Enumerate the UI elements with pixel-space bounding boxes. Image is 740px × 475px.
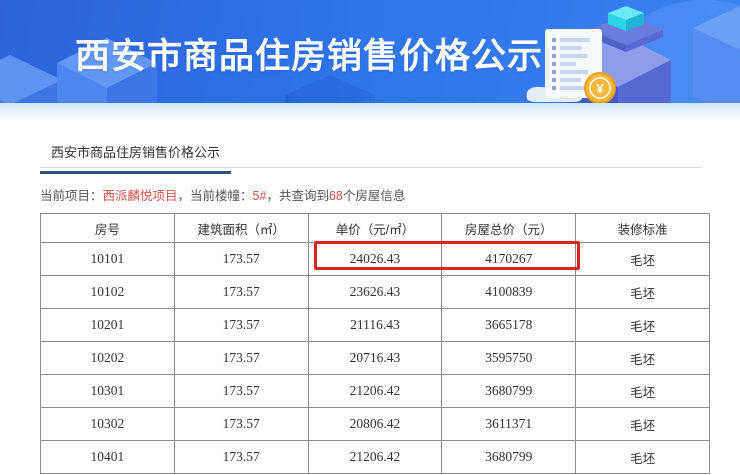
cell-total-price: 3611371 [442, 408, 576, 441]
header-room-number: 房号 [41, 214, 175, 243]
cell-unit-price: 23626.43 [308, 276, 442, 309]
banner-bottom-strip [0, 103, 740, 120]
header-decoration-standard: 装修标准 [576, 214, 710, 243]
banner-title: 西安市商品住房销售价格公示 [75, 28, 543, 79]
cell-decoration-standard: 毛坯 [576, 375, 710, 408]
query-label-suffix: 个房屋信息 [343, 189, 406, 203]
table-row: 10301 173.57 21206.42 3680799 毛坯 [41, 375, 710, 408]
cell-room-number: 10101 [41, 243, 175, 276]
cell-building-area: 173.57 [174, 276, 308, 309]
query-label-building: ，当前楼幢： [178, 189, 253, 203]
table-row: 10101 173.57 24026.43 4170267 毛坯 [41, 243, 710, 276]
tab-price-disclosure[interactable]: 西安市商品住房销售价格公示 [40, 142, 231, 174]
cube-middle-faint-icon [285, 75, 375, 103]
table-row: 10102 173.57 23626.43 4100839 毛坯 [41, 276, 710, 309]
cell-decoration-standard: 毛坯 [576, 309, 710, 342]
cell-decoration-standard: 毛坯 [576, 441, 710, 474]
cell-unit-price: 21206.42 [308, 375, 442, 408]
cell-decoration-standard: 毛坯 [576, 408, 710, 441]
cell-room-number: 10401 [41, 441, 175, 474]
header-building-area: 建筑面积（㎡） [174, 214, 308, 243]
cell-total-price: 3680799 [442, 375, 576, 408]
cell-unit-price: 21206.42 [308, 441, 442, 474]
price-table: 房号 建筑面积（㎡） 单价（元/㎡） 房屋总价（元） 装修标准 10101 17… [40, 213, 710, 474]
query-label-found: ，共查询到 [266, 189, 329, 203]
coin-icon: ¥ [585, 73, 615, 103]
table-row: 10201 173.57 21116.43 3665178 毛坯 [41, 309, 710, 342]
cell-building-area: 173.57 [174, 408, 308, 441]
table-body: 10101 173.57 24026.43 4170267 毛坯 10102 1… [41, 243, 710, 474]
query-project-name: 西派麟悦项目 [103, 189, 178, 203]
tab-bar: 西安市商品住房销售价格公示 [40, 142, 702, 168]
cell-room-number: 10201 [41, 309, 175, 342]
cell-building-area: 173.57 [174, 441, 308, 474]
cell-decoration-standard: 毛坯 [576, 276, 710, 309]
table-row: 10401 173.57 21206.42 3680799 毛坯 [41, 441, 710, 474]
cell-total-price: 4100839 [442, 276, 576, 309]
query-label-project: 当前项目： [40, 189, 103, 203]
cell-total-price: 3595750 [442, 342, 576, 375]
cell-total-price: 3680799 [442, 441, 576, 474]
cell-room-number: 10202 [41, 342, 175, 375]
coin-symbol: ¥ [596, 81, 604, 96]
cell-unit-price: 20806.42 [308, 408, 442, 441]
cell-building-area: 173.57 [174, 243, 308, 276]
cell-room-number: 10301 [41, 375, 175, 408]
banner: ¥ 西安市商品住房销售价格公示 [0, 0, 740, 103]
price-table-wrap: 房号 建筑面积（㎡） 单价（元/㎡） 房屋总价（元） 装修标准 10101 17… [40, 213, 710, 474]
cell-total-price: 4170267 [442, 243, 576, 276]
cell-building-area: 173.57 [174, 309, 308, 342]
query-count: 68 [329, 189, 343, 203]
cell-building-area: 173.57 [174, 375, 308, 408]
cell-decoration-standard: 毛坯 [576, 342, 710, 375]
cell-room-number: 10302 [41, 408, 175, 441]
table-row: 10202 173.57 20716.43 3595750 毛坯 [41, 342, 710, 375]
query-building: 5# [253, 189, 267, 203]
cell-total-price: 3665178 [442, 309, 576, 342]
cell-unit-price: 20716.43 [308, 342, 442, 375]
cell-building-area: 173.57 [174, 342, 308, 375]
tab-label: 西安市商品住房销售价格公示 [51, 145, 220, 160]
table-row: 10302 173.57 20806.42 3611371 毛坯 [41, 408, 710, 441]
header-unit-price: 单价（元/㎡） [308, 214, 442, 243]
cell-decoration-standard: 毛坯 [576, 243, 710, 276]
cell-unit-price: 21116.43 [308, 309, 442, 342]
query-info: 当前项目：西派麟悦项目，当前楼幢：5#，共查询到68个房屋信息 [40, 185, 700, 204]
cube-left-small-icon [0, 55, 62, 103]
table-header-row: 房号 建筑面积（㎡） 单价（元/㎡） 房屋总价（元） 装修标准 [41, 214, 710, 243]
cell-room-number: 10102 [41, 276, 175, 309]
header-total-price: 房屋总价（元） [442, 214, 576, 243]
cell-unit-price: 24026.43 [308, 243, 442, 276]
